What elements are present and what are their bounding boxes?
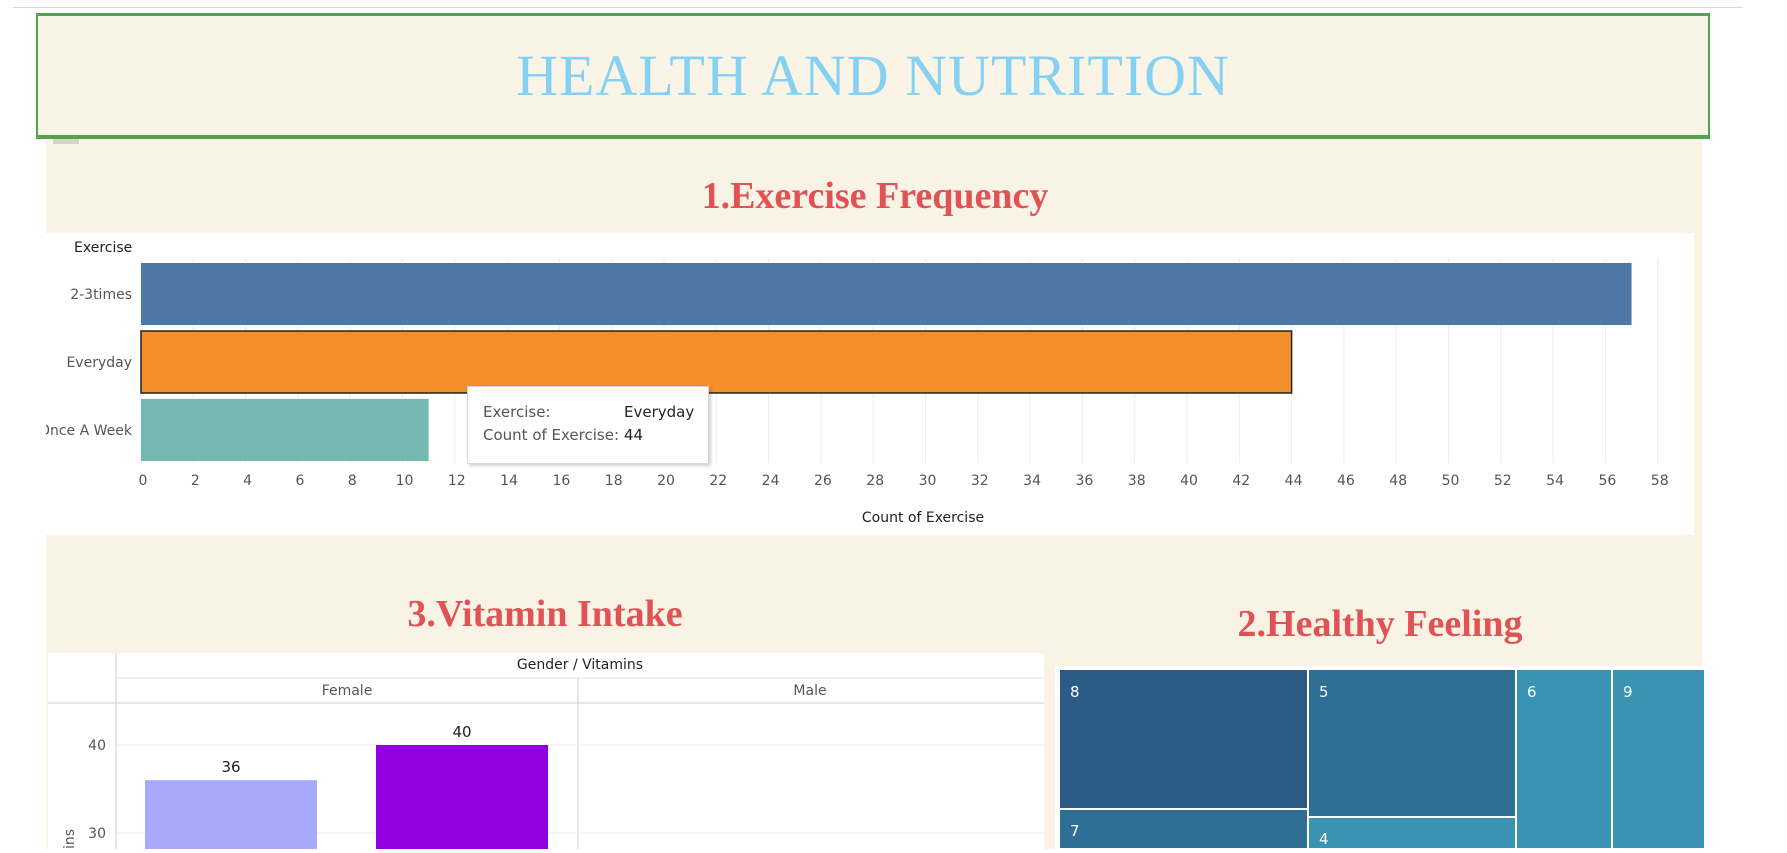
vitamin-bar-1	[376, 745, 548, 849]
exercise-tick-label-26: 52	[1494, 473, 1512, 489]
exercise-tick-label-25: 50	[1442, 473, 1460, 489]
exercise-tick-label-24: 48	[1389, 473, 1407, 489]
exercise-tick-label-7: 14	[500, 473, 518, 489]
exercise-tick-label-27: 54	[1546, 473, 1564, 489]
exercise-tick-label-12: 24	[762, 473, 780, 489]
vitamin-data-label-1: 40	[452, 723, 471, 741]
exercise-tick-label-28: 56	[1598, 473, 1616, 489]
healthy-treemap: 8 5 6 9 7 4	[1059, 669, 1705, 849]
exercise-tick-label-22: 44	[1285, 473, 1303, 489]
tooltip-exercise-label: Exercise:	[483, 403, 551, 421]
treemap-cell-5: 4	[1308, 817, 1516, 849]
exercise-chart-panel: Exercise 2-3times Everyday Once A Week 0 2 4 6 8…	[39, 233, 1721, 535]
treemap-cell-3: 9	[1612, 669, 1705, 849]
treemap-cell-1: 5	[1308, 669, 1516, 817]
exercise-bar-0	[141, 263, 1632, 325]
exercise-section-title: 1.Exercise Frequency	[701, 175, 1049, 217]
exercise-tick-label-14: 28	[866, 473, 884, 489]
treemap-cell-4: 7	[1059, 809, 1308, 849]
exercise-tick-label-8: 16	[552, 473, 570, 489]
healthy-section-title: 2.Healthy Feeling	[1237, 603, 1523, 645]
vitamin-y-tick-1: 30	[88, 826, 106, 842]
exercise-tick-label-6: 12	[448, 473, 466, 489]
exercise-tick-label-13: 26	[814, 473, 832, 489]
vitamin-panel-male: Male	[793, 683, 826, 699]
tooltip-count-value: 44	[624, 426, 644, 444]
tooltip-exercise-value: Everyday	[624, 403, 695, 421]
exercise-category-label-2: Once A Week	[46, 423, 133, 439]
exercise-bar-1	[140, 330, 1293, 394]
exercise-axis-title: Exercise	[74, 240, 132, 256]
dashboard-title-box: HEALTH AND NUTRITION	[36, 13, 1710, 139]
exercise-tick-label-1: 2	[191, 473, 200, 489]
vitamin-panel-female: Female	[322, 683, 373, 699]
exercise-tick-label-21: 42	[1232, 473, 1250, 489]
treemap-cell-0: 8	[1059, 669, 1308, 809]
treemap-cell-label-1: 5	[1319, 683, 1329, 701]
exercise-tick-label-18: 36	[1075, 473, 1093, 489]
exercise-tick-label-29: 58	[1651, 473, 1669, 489]
exercise-tick-label-10: 20	[657, 473, 675, 489]
exercise-tick-label-2: 4	[243, 473, 252, 489]
exercise-tick-label-11: 22	[709, 473, 727, 489]
exercise-x-axis-title: Count of Exercise	[862, 510, 984, 526]
exercise-tooltip: Exercise: Everyday Count of Exercise: 44	[467, 386, 709, 464]
exercise-tick-label-15: 30	[919, 473, 937, 489]
exercise-tick-label-4: 8	[348, 473, 357, 489]
treemap-cell-label-2: 6	[1527, 683, 1537, 701]
treemap-cell-label-3: 9	[1623, 683, 1633, 701]
treemap-cell-label-5: 4	[1319, 830, 1329, 848]
exercise-tick-label-16: 32	[971, 473, 989, 489]
vitamin-section-title: 3.Vitamin Intake	[407, 593, 683, 635]
tooltip-count-label: Count of Exercise:	[483, 426, 620, 444]
exercise-tick-label-0: 0	[139, 473, 148, 489]
vitamin-bar-0	[145, 780, 317, 849]
exercise-bar-2	[141, 399, 429, 461]
treemap-cell-label-0: 8	[1070, 683, 1080, 701]
exercise-tick-label-19: 38	[1128, 473, 1146, 489]
exercise-bar-chart: Exercise2-3timesEverydayOnce A Week0 2 4 6 8…	[39, 240, 1721, 526]
treemap-cell-label-4: 7	[1070, 822, 1080, 840]
top-divider	[13, 7, 1743, 8]
exercise-category-label-0: 2-3times	[70, 287, 132, 303]
treemap-cell-2: 6	[1516, 669, 1612, 849]
exercise-tick-label-20: 40	[1180, 473, 1198, 489]
dashboard-title: HEALTH AND NUTRITION	[516, 43, 1230, 108]
exercise-tick-label-17: 34	[1023, 473, 1041, 489]
healthy-treemap-panel: 8 5 6 9 7 4	[1055, 666, 1709, 849]
exercise-tick-label-5: 10	[396, 473, 414, 489]
vitamin-y-tick-0: 40	[88, 738, 106, 754]
exercise-category-label-1: Everyday	[66, 355, 132, 371]
vitamin-data-label-0: 36	[221, 758, 240, 776]
exercise-tick-label-23: 46	[1337, 473, 1355, 489]
vitamin-y-axis-label: ins	[62, 829, 78, 849]
title-handle	[53, 139, 79, 144]
exercise-tick-label-9: 18	[605, 473, 623, 489]
exercise-tick-label-3: 6	[295, 473, 304, 489]
vitamin-bar-chart: Gender / Vitamins Female Male 40 30 ins 36 40	[48, 653, 1044, 849]
vitamin-chart-panel: Gender / Vitamins Female Male 40 30 ins 36 40	[48, 653, 1044, 849]
vitamin-header-title: Gender / Vitamins	[517, 657, 643, 673]
